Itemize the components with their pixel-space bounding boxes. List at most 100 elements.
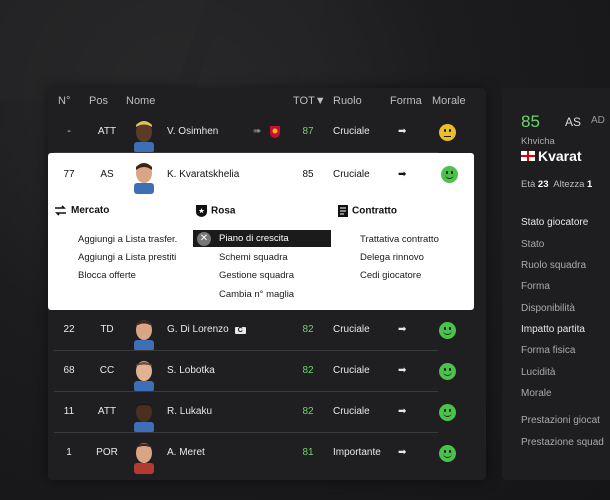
menu-section-rosa: Rosa	[196, 205, 235, 217]
menu-item-add-loan-list[interactable]: Aggiungi a Lista prestiti	[78, 252, 176, 263]
shirt-number: 22	[63, 324, 75, 335]
menu-section-contratto: Contratto	[338, 205, 397, 217]
header-morale[interactable]: Morale	[432, 95, 466, 107]
table-row[interactable]: 22 TD G. Di Lorenzo C 82 Cruciale ➡	[48, 310, 486, 351]
player-face	[134, 361, 154, 392]
squad-role: Importante	[333, 447, 381, 458]
shirt-number: 1	[66, 447, 72, 458]
player-name: S. Lobotka	[167, 365, 215, 376]
shield-icon	[196, 205, 207, 217]
header-number[interactable]: N°	[58, 95, 70, 107]
morale-neutral-icon	[439, 124, 456, 141]
position: POR	[96, 447, 118, 458]
label-player-performance: Prestazioni giocat	[521, 415, 600, 426]
form-arrow-icon: ➡	[398, 365, 407, 376]
menu-item-team-tactics[interactable]: Schemi squadra	[219, 252, 288, 263]
squad-role: Cruciale	[333, 365, 370, 376]
menu-section-mercato: Mercato	[54, 205, 109, 216]
header-role[interactable]: Ruolo	[333, 95, 362, 107]
menu-item-contract-negotiation[interactable]: Trattativa contratto	[360, 234, 439, 245]
table-row[interactable]: 68 CC S. Lobotka 82 Cruciale ➡	[48, 351, 486, 392]
player-first-name: Khvicha	[521, 136, 555, 147]
table-header: N° Pos Nome TOT▼ Ruolo Forma Morale	[48, 88, 486, 112]
form-arrow-icon: ➡	[398, 126, 407, 137]
form-arrow-icon: ➡	[398, 169, 407, 180]
menu-item-add-transfer-list[interactable]: Aggiungi a Lista trasfer.	[78, 234, 177, 245]
label-form: Forma	[521, 281, 550, 292]
shirt-number: 11	[63, 406, 75, 417]
player-name: K. Kvaratskhelia	[167, 169, 240, 180]
player-name: R. Lukaku	[167, 406, 213, 417]
match-impact-heading: Impatto partita	[521, 324, 585, 335]
form-arrow-icon: ➡	[398, 447, 407, 458]
squad-role: Cruciale	[333, 169, 370, 180]
x-button-icon: ✕	[197, 232, 211, 246]
menu-item-squad-management[interactable]: Gestione squadra	[219, 270, 294, 281]
georgia-flag-icon	[521, 151, 535, 161]
shirt-number: 77	[63, 169, 75, 180]
player-surname: Kvarat	[538, 148, 582, 164]
overall-rating: 87	[302, 126, 314, 137]
selected-player-menu[interactable]: 77 AS K. Kvaratskhelia 85 Cruciale ➡ Mer…	[48, 153, 474, 310]
menu-item-block-offers[interactable]: Blocca offerte	[78, 270, 136, 281]
player-name: V. Osimhen	[167, 126, 219, 137]
overall-rating-large: 85	[521, 112, 540, 131]
overall-rating: 82	[302, 324, 314, 335]
overall-rating: 82	[302, 365, 314, 376]
squad-role: Cruciale	[333, 324, 370, 335]
menu-item-growth-plan[interactable]: ✕ Piano di crescita	[193, 230, 331, 247]
age-field: Età 23 Altezza 1	[521, 179, 593, 190]
form-arrow-icon: ➡	[398, 406, 407, 417]
selected-row[interactable]: 77 AS K. Kvaratskhelia 85 Cruciale ➡	[48, 153, 474, 196]
transfer-icon	[55, 205, 66, 216]
label-sharpness: Lucidità	[521, 367, 556, 378]
header-name[interactable]: Nome	[126, 95, 155, 107]
player-face	[134, 121, 154, 153]
morale-happy-icon	[441, 166, 458, 183]
player-face	[134, 443, 154, 474]
position: TD	[100, 324, 114, 335]
table-row[interactable]: 11 ATT R. Lukaku 82 Cruciale ➡	[48, 392, 486, 433]
overall-rating: 81	[302, 447, 314, 458]
table-row[interactable]: 1 POR A. Meret 81 Importante ➡	[48, 433, 486, 474]
squad-role: Cruciale	[333, 126, 370, 137]
shirt-number: 68	[63, 365, 75, 376]
label-status: Stato	[521, 239, 545, 250]
header-position[interactable]: Pos	[89, 95, 108, 107]
player-face	[134, 402, 154, 433]
position: CC	[99, 365, 115, 376]
morale-happy-icon	[439, 363, 456, 380]
overall-rating: 82	[302, 406, 314, 417]
menu-item-sell-player[interactable]: Cedi giocatore	[360, 270, 421, 281]
alt-position-label: AD	[591, 115, 605, 126]
header-overall[interactable]: TOT▼	[293, 95, 326, 107]
table-row[interactable]: - ATT V. Osimhen ➠ 87 Cruciale ➡	[48, 112, 486, 153]
form-arrow-icon: ➡	[398, 324, 407, 335]
header-form[interactable]: Forma	[390, 95, 422, 107]
club-crest-icon	[270, 126, 280, 138]
squad-role: Cruciale	[333, 406, 370, 417]
loan-arrow-icon: ➠	[253, 126, 262, 137]
player-face	[134, 320, 154, 351]
player-face	[134, 163, 154, 194]
position: ATT	[97, 126, 117, 137]
position: AS	[100, 169, 114, 180]
status-heading: Stato giocatore	[521, 217, 589, 228]
label-team-performance: Prestazione squad	[521, 437, 604, 448]
morale-happy-icon	[439, 322, 456, 339]
menu-item-change-shirt-number[interactable]: Cambia n° maglia	[219, 289, 294, 300]
player-detail-panel: 85 AS AD Khvicha Kvarat Età 23 Altezza 1…	[502, 88, 610, 480]
label-fitness: Forma fisica	[521, 345, 576, 356]
contract-icon	[338, 205, 348, 217]
label-availability: Disponibilità	[521, 303, 575, 314]
morale-happy-icon	[439, 445, 456, 462]
captain-badge: C	[234, 327, 246, 334]
morale-happy-icon	[439, 404, 456, 421]
overall-rating: 85	[302, 169, 314, 180]
menu-item-delegate-renewal[interactable]: Delega rinnovo	[360, 252, 424, 263]
position: ATT	[97, 406, 117, 417]
label-morale: Morale	[521, 388, 552, 399]
player-name: G. Di Lorenzo C	[167, 324, 246, 335]
label-squad-role: Ruolo squadra	[521, 260, 587, 271]
position-label: AS	[565, 115, 582, 129]
